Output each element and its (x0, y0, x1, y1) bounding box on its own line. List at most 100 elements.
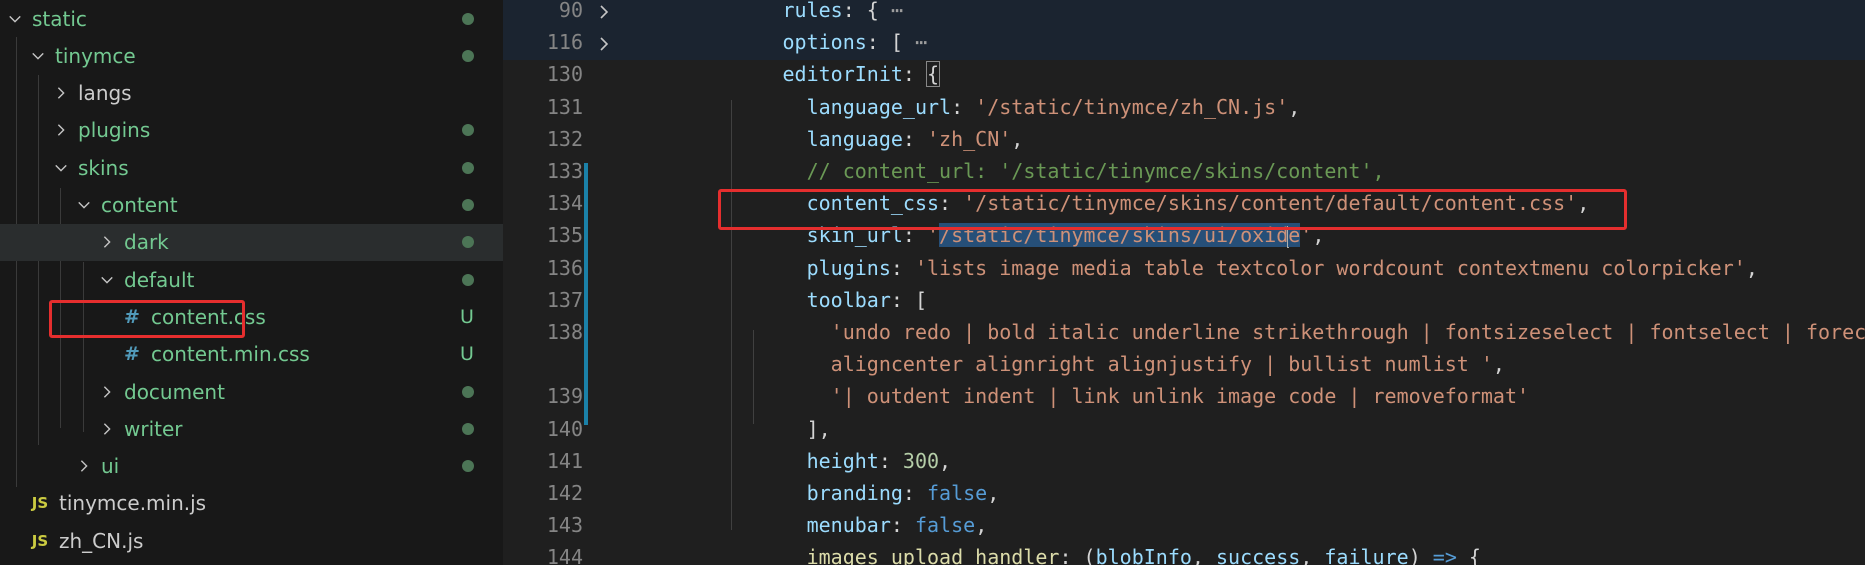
code-line[interactable]: options: [ ⋯ (638, 30, 928, 54)
tree-item-label: document (124, 379, 225, 404)
code-token: branding (806, 481, 903, 505)
code-token: : (902, 62, 928, 87)
code-token: , (1745, 255, 1758, 280)
code-token: ⋯ (878, 0, 903, 22)
git-modified-dot-icon (462, 385, 474, 398)
line-number: 130 (546, 62, 583, 87)
folder-item[interactable]: plugins (0, 112, 503, 149)
folder-item[interactable]: static (0, 0, 503, 37)
code-line[interactable]: menubar: false, (638, 513, 988, 538)
line-number: 90 (558, 0, 583, 22)
code-token: : (902, 126, 927, 151)
code-token: 'lists image media table textcolor wordc… (914, 255, 1746, 280)
chevron-right-icon[interactable] (96, 385, 118, 399)
code-line[interactable]: rules: { ⋯ (638, 0, 903, 22)
code-token: : (951, 94, 976, 119)
code-line[interactable]: 'undo redo | bold italic underline strik… (638, 320, 1865, 344)
folder-item[interactable]: writer (0, 410, 503, 447)
line-number: 143 (546, 513, 583, 538)
file-item[interactable]: # content.min.css U (0, 336, 503, 373)
folder-item[interactable]: document (0, 373, 503, 410)
line-number: 142 (546, 481, 583, 505)
chevron-right-icon[interactable] (73, 459, 95, 473)
code-token: skin_url (806, 223, 903, 248)
code-line[interactable]: aligncenter alignright alignjustify | bu… (638, 352, 1505, 376)
code-line[interactable]: images_upload_handler: (blobInfo, succes… (638, 545, 1481, 565)
git-modified-dot-icon (462, 12, 474, 25)
code-token: => (1432, 545, 1457, 565)
code-token: { (926, 61, 941, 88)
code-token: ) (1408, 545, 1433, 565)
line-number: 133 (546, 159, 583, 183)
code-line[interactable]: toolbar: [ (638, 288, 927, 312)
chevron-right-icon[interactable] (50, 123, 72, 137)
tree-item-label: plugins (78, 118, 151, 143)
file-item[interactable]: JS tinymce.min.js (0, 485, 503, 522)
code-token: : (939, 191, 964, 216)
tree-item-label: tinymce (55, 43, 136, 68)
js-file-icon: JS (31, 494, 49, 513)
code-line[interactable]: content_css: '/static/tinymce/skins/cont… (638, 191, 1590, 216)
git-modified-dot-icon (462, 199, 474, 211)
code-token: ' (1300, 223, 1313, 248)
folder-item[interactable]: ui (0, 448, 503, 485)
chevron-down-icon[interactable] (27, 49, 49, 63)
git-modified-dot-icon (462, 422, 474, 435)
code-token: 'undo redo | bold italic underline strik… (830, 320, 1865, 344)
code-line[interactable]: '| outdent indent | link unlink image co… (638, 384, 1529, 408)
code-line[interactable]: height: 300, (638, 448, 952, 473)
code-token: plugins (806, 255, 891, 280)
line-number: 137 (546, 287, 583, 312)
tree-item-label: zh_CN.js (59, 528, 144, 553)
file-item[interactable]: # content.css U (0, 298, 503, 335)
line-number: 134 (546, 191, 583, 216)
chevron-right-icon[interactable] (50, 86, 72, 100)
code-token: : (890, 513, 915, 538)
code-line[interactable]: language_url: '/static/tinymce/zh_CN.js'… (638, 94, 1301, 119)
code-line[interactable]: branding: false, (638, 481, 1000, 505)
code-token: , (939, 448, 952, 473)
folder-item[interactable]: default (0, 261, 503, 298)
code-editor[interactable]: 90 rules: { ⋯ 116 options: [ ⋯ 130 editorI… (503, 0, 1865, 565)
code-token: language_url (806, 94, 952, 119)
code-token: success (1216, 545, 1301, 565)
chevron-right-icon[interactable] (96, 235, 118, 249)
git-status-badge: U (460, 343, 474, 366)
chevron-down-icon[interactable] (50, 161, 72, 175)
fold-chevron-icon[interactable] (596, 4, 612, 25)
chevron-right-icon[interactable] (96, 422, 118, 436)
chevron-down-icon[interactable] (4, 12, 26, 26)
folder-item[interactable]: content (0, 187, 503, 224)
chevron-down-icon[interactable] (96, 273, 118, 287)
code-line[interactable]: ], (638, 417, 831, 441)
folder-item[interactable]: dark (0, 223, 503, 261)
code-token: { (1456, 545, 1481, 565)
fold-chevron-icon[interactable] (596, 36, 612, 57)
code-token: , (1011, 126, 1024, 151)
folder-item[interactable]: skins (0, 149, 503, 186)
css-file-icon: # (124, 305, 140, 328)
file-item[interactable]: JS zh_CN.js (0, 522, 503, 559)
code-token: aligncenter alignright alignjustify | bu… (830, 352, 1493, 377)
tree-item-label: static (32, 6, 87, 31)
code-line[interactable]: // content_url: '/static/tinymce/skins/c… (638, 159, 1385, 183)
chevron-down-icon[interactable] (73, 198, 95, 212)
folder-item[interactable]: langs (0, 75, 503, 112)
code-line[interactable]: skin_url: '/static/tinymce/skins/ui/oxid… (638, 223, 1324, 248)
line-number: 136 (546, 255, 583, 280)
code-line[interactable]: language: 'zh_CN', (638, 126, 1024, 151)
code-line[interactable]: editorInit: { (638, 61, 941, 88)
code-token: , (1312, 223, 1325, 248)
tree-item-label: default (124, 267, 195, 292)
code-line[interactable]: plugins: 'lists image media table textco… (638, 256, 1758, 280)
git-modified-dot-icon (462, 49, 474, 62)
line-number: 140 (546, 416, 583, 441)
code-token: 300 (902, 448, 940, 473)
tree-item-label: ui (101, 454, 120, 479)
folder-item[interactable]: tinymce (0, 37, 503, 74)
